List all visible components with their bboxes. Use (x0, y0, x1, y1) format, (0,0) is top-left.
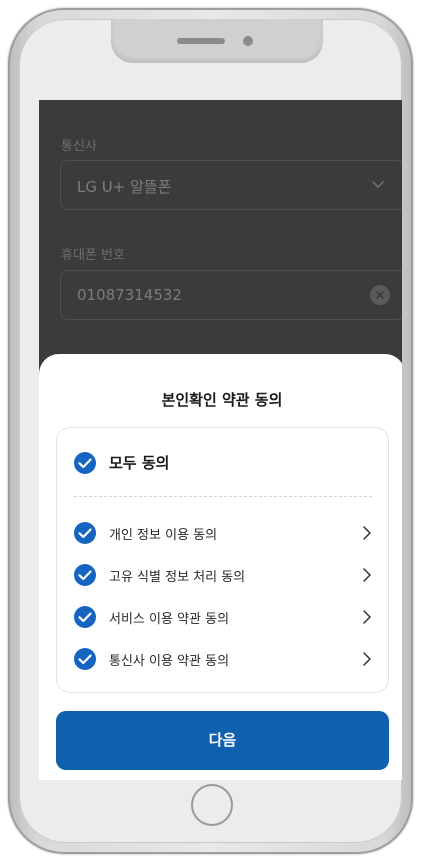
term-row-service[interactable]: 서비스 이용 약관 동의 (57, 602, 388, 632)
check-circle-icon[interactable] (73, 451, 97, 475)
phone-label: 휴대폰 번호 (61, 248, 125, 263)
clear-icon[interactable] (370, 285, 390, 305)
term-row-carrier[interactable]: 통신사 이용 약관 동의 (57, 644, 388, 674)
speaker-grille (177, 38, 225, 44)
home-button[interactable] (191, 784, 233, 826)
chevron-right-icon[interactable] (360, 651, 374, 667)
term-label: 고유 식별 정보 처리 동의 (109, 570, 246, 585)
chevron-right-icon[interactable] (360, 525, 374, 541)
agree-all-label: 모두 동의 (109, 454, 170, 472)
phone-number-value: 01087314532 (77, 286, 182, 304)
phone-frame: 통신사 LG U+ 알뜰폰 휴대폰 번호 01087314532 본인확인 약관… (8, 8, 413, 854)
carrier-label: 통신사 (61, 139, 97, 154)
term-label: 통신사 이용 약관 동의 (109, 654, 230, 669)
term-row-personal-info[interactable]: 개인 정보 이용 동의 (57, 518, 388, 548)
app-screen: 통신사 LG U+ 알뜰폰 휴대폰 번호 01087314532 본인확인 약관… (39, 100, 402, 780)
term-label: 개인 정보 이용 동의 (109, 528, 218, 543)
terms-card: 모두 동의 개인 정보 이용 동의 고유 식별 정보 처리 동의 서비스 이용 … (56, 427, 389, 693)
check-circle-icon[interactable] (73, 647, 97, 671)
carrier-value: LG U+ 알뜰폰 (77, 178, 172, 196)
check-circle-icon[interactable] (73, 563, 97, 587)
check-circle-icon[interactable] (73, 605, 97, 629)
front-camera (243, 36, 253, 46)
agree-all-row[interactable]: 모두 동의 (57, 447, 388, 479)
next-button[interactable]: 다음 (56, 711, 389, 770)
chevron-down-icon (372, 181, 384, 188)
carrier-select[interactable]: LG U+ 알뜰폰 (60, 160, 402, 210)
sheet-title: 본인확인 약관 동의 (161, 391, 283, 409)
check-circle-icon[interactable] (73, 521, 97, 545)
chevron-right-icon[interactable] (360, 609, 374, 625)
chevron-right-icon[interactable] (360, 567, 374, 583)
divider (74, 496, 372, 497)
phone-notch (111, 19, 323, 63)
term-row-unique-id[interactable]: 고유 식별 정보 처리 동의 (57, 560, 388, 590)
phone-number-field[interactable]: 01087314532 (60, 270, 402, 320)
phone-bezel: 통신사 LG U+ 알뜰폰 휴대폰 번호 01087314532 본인확인 약관… (19, 19, 402, 843)
terms-bottom-sheet: 본인확인 약관 동의 모두 동의 개인 정보 이용 동의 고유 식별 정보 처리… (39, 354, 402, 780)
term-label: 서비스 이용 약관 동의 (109, 612, 230, 627)
